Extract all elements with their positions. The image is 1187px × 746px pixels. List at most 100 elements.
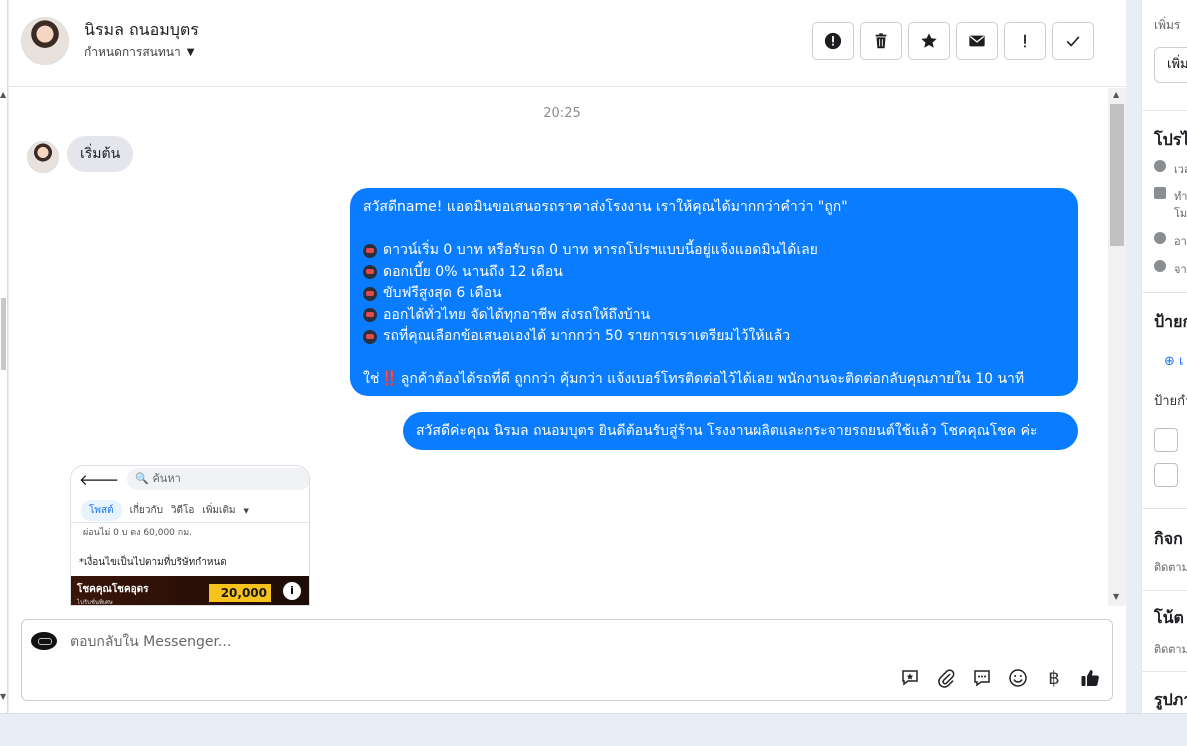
message-icon	[974, 670, 990, 687]
divider	[71, 522, 309, 523]
back-arrow-icon: 🡐	[79, 470, 120, 489]
message-bullet: ดอกเบี้ย 0% นานถึง 12 เดือน	[363, 262, 1065, 284]
alert-circle-icon	[824, 32, 842, 50]
like-button[interactable]	[1078, 666, 1102, 690]
attachment-tab: เกี่ยวกับ	[129, 505, 163, 516]
contact-avatar[interactable]	[21, 17, 69, 65]
check-icon	[1066, 36, 1080, 47]
payment-button[interactable]: ฿	[1042, 666, 1066, 690]
add-button[interactable]: เพิ่ม	[1154, 47, 1187, 83]
mark-unread-button[interactable]	[956, 22, 998, 60]
assign-label: กำหนดการสนทนา	[84, 45, 181, 59]
bullet-text: ดาวน์เริ่ม 0 บาท หรือรับรถ 0 บาท หารถโปร…	[383, 242, 818, 258]
add-label-button[interactable]: ⊕ เ	[1164, 350, 1184, 371]
reply-input[interactable]	[70, 630, 970, 654]
activity-heading: กิจก	[1154, 529, 1183, 548]
message-bullet: ดาวน์เริ่ม 0 บาท หรือรับรถ 0 บาท หารถโปร…	[363, 240, 1065, 262]
left-scrollbar-thumb[interactable]	[1, 298, 6, 370]
briefcase-icon	[1154, 187, 1166, 199]
plus-circle-icon: ⊕	[1164, 354, 1175, 369]
bullet-text: รถที่คุณเลือกข้อเสนอเองได้ มากกว่า 50 รา…	[383, 328, 791, 344]
location-pin-icon	[1154, 232, 1166, 244]
car-emoji-icon	[363, 243, 377, 258]
star-button[interactable]	[908, 22, 950, 60]
banner-subtitle: ไปรับชั่นพิเศษ	[77, 599, 113, 606]
attachment-search: 🔍 ค้นหา	[127, 468, 309, 490]
message-timestamp: 20:25	[543, 106, 581, 121]
delete-button[interactable]	[860, 22, 902, 60]
contact-avatar-small	[27, 141, 59, 173]
spam-button[interactable]	[812, 22, 854, 60]
closing-prefix: ใช่	[363, 371, 380, 387]
scroll-down-arrow-icon[interactable]: ▼	[1113, 592, 1119, 601]
scroll-up-arrow-icon[interactable]: ▲	[0, 90, 6, 99]
chat-panel: นิรมล ถนอมบุตร กำหนดการสนทนา ▼ 20:25 เริ…	[9, 0, 1126, 713]
caret-down-icon: ▼	[186, 47, 195, 58]
work-row-continued: โม	[1174, 207, 1187, 220]
outgoing-message-bubble[interactable]: สวัสดีค่ะคุณ นิรมล ถนอมบุตร ยินดีต้อนรับ…	[403, 412, 1078, 450]
assign-conversation-dropdown[interactable]: กำหนดการสนทนา ▼	[84, 43, 194, 62]
activity-subtext: ติดตาม	[1154, 561, 1187, 574]
image-attachment[interactable]: 🡐 🔍 ค้นหา โพสต์ เกี่ยวกับ วิดีโอ เพิ่มเต…	[70, 465, 310, 606]
divider	[1142, 671, 1187, 672]
divider	[1142, 110, 1187, 111]
incoming-message-bubble[interactable]: เริ่มต้น	[67, 136, 134, 172]
attachment-tab: เพิ่มเติม	[202, 505, 236, 516]
saved-reply-icon	[902, 670, 918, 686]
car-emoji-icon	[363, 265, 377, 280]
emoji-button[interactable]	[1006, 666, 1030, 690]
outgoing-message-bubble[interactable]: สวัสดีname! แอดมินขอเสนอรถราคาส่งโรงงาน …	[350, 188, 1078, 396]
profile-heading: โปรไ	[1154, 130, 1187, 149]
thumbs-up-icon	[1081, 670, 1099, 686]
envelope-icon	[969, 35, 985, 47]
message-list[interactable]: 20:25 เริ่มต้น สวัสดีname! แอดมินขอเสนอร…	[9, 88, 1126, 606]
divider	[1142, 590, 1187, 591]
label-checkbox[interactable]	[1154, 463, 1178, 487]
follow-up-button[interactable]	[1004, 22, 1046, 60]
add-label-text: เพิ่มร	[1154, 18, 1181, 32]
labels-subheading: ป้ายกำ	[1154, 394, 1187, 409]
car-emoji-icon	[363, 286, 377, 301]
attachment-button[interactable]	[934, 666, 958, 690]
message-bullet: รถที่คุณเลือกข้อเสนอเองได้ มากกว่า 50 รา…	[363, 326, 1065, 348]
contact-name[interactable]: นิรมล ถนอมบุตร	[84, 18, 199, 43]
done-button[interactable]	[1052, 22, 1094, 60]
trash-icon	[875, 33, 887, 49]
photos-heading: รูปภา	[1154, 690, 1187, 709]
attachment-tabs: โพสต์ เกี่ยวกับ วิดีโอ เพิ่มเติม ▼	[81, 500, 249, 521]
attachment-search-placeholder: ค้นหา	[152, 472, 181, 485]
car-emoji-icon	[363, 308, 377, 323]
banner-title: โชคคุณโชคอุดร	[77, 584, 149, 595]
attachment-topbar: 🡐 🔍 ค้นหา	[71, 466, 309, 492]
message-scrollbar-thumb[interactable]	[1110, 104, 1124, 246]
location-pin-icon	[1154, 260, 1166, 272]
info-icon: i	[283, 582, 301, 600]
message-bullet: ขับฟรีสูงสุด 6 เดือน	[363, 283, 1065, 305]
label-checkbox[interactable]	[1154, 428, 1178, 452]
attachment-icon	[938, 669, 955, 688]
divider	[1142, 292, 1187, 293]
message-template-button[interactable]	[970, 666, 994, 690]
double-exclamation-icon: ‼️	[381, 371, 399, 387]
star-icon	[921, 33, 937, 48]
message-closing-line: ใช่ ‼️ ลูกค้าต้องได้รถที่ดี ถูกกว่า คุ้มกว…	[363, 369, 1065, 391]
saved-reply-button[interactable]	[898, 666, 922, 690]
attachment-banner: โชคคุณโชคอุดร ไปรับชั่นพิเศษ 20,000 i	[71, 576, 309, 606]
exclamation-icon	[1024, 34, 1026, 48]
message-scrollbar[interactable]: ▲ ▼	[1108, 88, 1126, 606]
reply-composer: ฿	[21, 619, 1113, 701]
notes-heading: โน้ต	[1154, 608, 1184, 627]
scroll-down-arrow-icon[interactable]: ▼	[0, 692, 6, 701]
left-scroll-strip[interactable]: ▲ ▼	[0, 0, 8, 713]
message-line: สวัสดีname! แอดมินขอเสนอรถราคาส่งโรงงาน …	[363, 199, 848, 215]
attachment-cut-text: ผ่อนไม่ 0 บ ตง 60,000 กม.	[83, 528, 193, 538]
from-row: จา	[1174, 263, 1187, 276]
closing-text: ลูกค้าต้องได้รถที่ดี ถูกกว่า คุ้มกว่า แจ…	[400, 371, 1025, 387]
bullet-text: ออกได้ทั่วไทย จัดได้ทุกอาชีพ ส่งรถให้ถึง…	[383, 306, 651, 323]
window-bottom-bar	[0, 713, 1187, 746]
emoji-icon	[1009, 669, 1027, 687]
scroll-up-arrow-icon[interactable]: ▲	[1113, 90, 1119, 99]
notes-subtext: ติดตาม	[1154, 643, 1187, 656]
